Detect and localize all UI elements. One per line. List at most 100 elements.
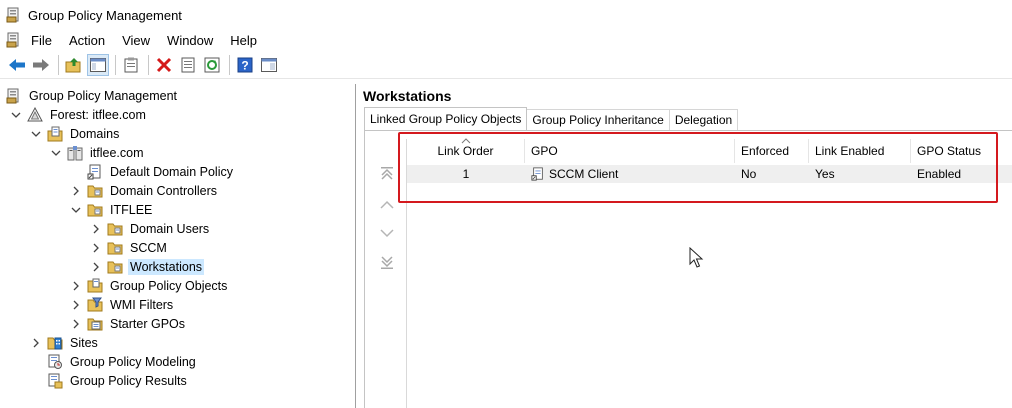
tree-item-gpo-objects[interactable]: Group Policy Objects — [70, 276, 229, 295]
back-button[interactable] — [6, 54, 28, 76]
tree-item-sccm[interactable]: SCCM — [90, 238, 169, 257]
mouse-cursor-icon — [689, 247, 704, 268]
menu-window[interactable]: Window — [166, 33, 214, 48]
gpo-folder-icon — [87, 278, 103, 294]
chevron-right-icon[interactable] — [90, 242, 102, 254]
tab-delegation[interactable]: Delegation — [668, 109, 739, 130]
toolbar-separator — [115, 55, 116, 75]
menu-bar: File Action View Window Help — [0, 30, 1012, 50]
tree-label: itflee.com — [90, 145, 144, 160]
column-label: Enforced — [741, 144, 790, 158]
forward-button[interactable] — [30, 54, 52, 76]
tree-item-domains[interactable]: Domains — [30, 124, 121, 143]
tree-label: Group Policy Modeling — [70, 354, 196, 369]
tab-gp-inheritance[interactable]: Group Policy Inheritance — [526, 109, 670, 130]
move-to-top-button[interactable] — [379, 165, 395, 181]
tree-label-selected: Workstations — [128, 258, 205, 275]
tree-item-domain-users[interactable]: Domain Users — [90, 219, 211, 238]
column-gpo-status[interactable]: GPO Status — [911, 139, 1012, 163]
tree-label: SCCM — [130, 240, 167, 255]
menu-help[interactable]: Help — [229, 33, 258, 48]
chevron-right-icon[interactable] — [90, 223, 102, 235]
menu-action[interactable]: Action — [68, 33, 106, 48]
domains-icon — [47, 126, 63, 142]
up-one-level-button[interactable] — [63, 54, 85, 76]
tree-item-default-domain-policy[interactable]: Default Domain Policy — [87, 162, 235, 181]
tree-label: Domains — [70, 126, 120, 141]
chevron-down-icon[interactable] — [70, 204, 82, 216]
chevron-right-icon[interactable] — [90, 261, 102, 273]
chevron-right-icon[interactable] — [70, 318, 82, 330]
domain-icon — [67, 145, 83, 161]
table-row[interactable]: 1 SCCM Client No Yes Enabled — [407, 165, 1012, 183]
column-label: GPO Status — [917, 144, 982, 158]
move-down-button[interactable] — [379, 225, 395, 241]
chevron-down-icon[interactable] — [10, 109, 22, 121]
tab-strip: Linked Group Policy Objects Group Policy… — [364, 107, 739, 130]
list-header: Link Order GPO Enforced Link Enabled GPO… — [407, 138, 1012, 163]
title-bar: Group Policy Management — [0, 0, 1012, 30]
toolbar-separator — [148, 55, 149, 75]
tree-item-itflee-ou[interactable]: ITFLEE — [70, 200, 154, 219]
tree-item-starter-gpos[interactable]: Starter GPOs — [70, 314, 187, 333]
move-up-icon — [380, 200, 394, 209]
console-button[interactable] — [258, 54, 280, 76]
tree-item-root[interactable]: Group Policy Management — [6, 86, 179, 105]
tree-label: Domain Controllers — [110, 183, 217, 198]
gpm-menu-icon[interactable] — [6, 32, 22, 48]
chevron-down-icon[interactable] — [50, 147, 62, 159]
tree-label: WMI Filters — [110, 297, 174, 312]
tree-label: Domain Users — [130, 221, 210, 236]
tree-label: Forest: itflee.com — [50, 107, 146, 122]
move-to-bottom-button[interactable] — [379, 255, 395, 271]
tree-item-workstations[interactable]: Workstations — [90, 257, 205, 276]
column-label: Link Enabled — [815, 144, 885, 158]
tree-item-wmi-filters[interactable]: WMI Filters — [70, 295, 175, 314]
clipboard-button[interactable] — [120, 54, 142, 76]
toolbar-separator — [58, 55, 59, 75]
column-link-order[interactable]: Link Order — [407, 138, 525, 163]
window-title: Group Policy Management — [28, 7, 182, 23]
show-hide-tree-button[interactable] — [87, 54, 109, 76]
delete-icon — [156, 57, 172, 73]
chevron-down-icon[interactable] — [30, 128, 42, 140]
tree-item-sites[interactable]: Sites — [30, 333, 100, 352]
gpm-icon — [6, 88, 22, 104]
move-to-bottom-icon — [381, 256, 393, 269]
linked-gpo-list[interactable]: Link Order GPO Enforced Link Enabled GPO… — [406, 138, 1012, 408]
move-up-button[interactable] — [379, 197, 395, 213]
up-folder-icon — [65, 58, 81, 73]
tree-item-forest[interactable]: Forest: itflee.com — [10, 105, 148, 124]
menu-view[interactable]: View — [121, 33, 151, 48]
tree-item-results[interactable]: Group Policy Results — [47, 371, 189, 390]
help-button[interactable]: ? — [234, 54, 256, 76]
tree-label: Default Domain Policy — [110, 164, 233, 179]
console-icon — [261, 58, 277, 72]
column-enforced[interactable]: Enforced — [735, 139, 809, 163]
column-label: Link Order — [437, 144, 494, 158]
ou-folder-icon — [107, 240, 123, 256]
move-to-top-icon — [381, 167, 393, 180]
column-gpo[interactable]: GPO — [525, 139, 735, 163]
show-hide-tree-icon — [90, 58, 106, 72]
column-link-enabled[interactable]: Link Enabled — [809, 139, 911, 163]
tree-item-domain[interactable]: itflee.com — [50, 143, 146, 162]
chevron-right-icon[interactable] — [30, 337, 42, 349]
sites-icon — [47, 335, 63, 351]
chevron-right-icon[interactable] — [70, 299, 82, 311]
ou-folder-icon — [87, 183, 103, 199]
console-tree[interactable]: Group Policy Management Forest: itflee.c… — [0, 84, 356, 408]
properties-button[interactable] — [177, 54, 199, 76]
tab-linked-gpos[interactable]: Linked Group Policy Objects — [364, 107, 528, 130]
starter-gpo-icon — [87, 316, 103, 332]
ou-folder-icon — [107, 221, 123, 237]
chevron-right-icon[interactable] — [70, 280, 82, 292]
delete-button[interactable] — [153, 54, 175, 76]
tree-item-modeling[interactable]: Group Policy Modeling — [47, 352, 198, 371]
refresh-button[interactable] — [201, 54, 223, 76]
cell-link-enabled: Yes — [815, 167, 835, 181]
chevron-right-icon[interactable] — [70, 185, 82, 197]
menu-file[interactable]: File — [30, 33, 53, 48]
tree-label: Group Policy Management — [29, 88, 177, 103]
tree-item-domain-controllers[interactable]: Domain Controllers — [70, 181, 219, 200]
